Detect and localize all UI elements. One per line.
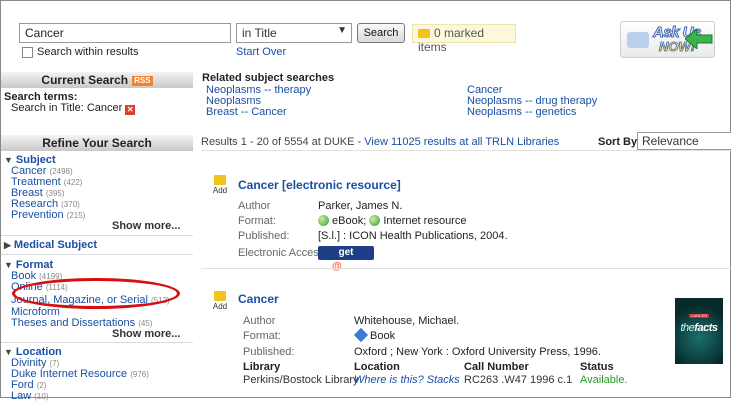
ask-us-now-button[interactable]: Ask Us NOW!: [620, 21, 715, 58]
chat-bubble-icon: [627, 32, 649, 48]
format-value: Book: [353, 327, 396, 343]
triangle-down-icon: ▼: [4, 347, 13, 357]
published-value: [S.l.] : ICON Health Publications, 2004.: [318, 230, 508, 242]
published-value: Oxford ; New York : Oxford University Pr…: [354, 346, 601, 358]
ebook-icon: [318, 215, 329, 226]
green-arrow-icon: [685, 29, 713, 49]
where-is-this-link[interactable]: Where is this? Stacks: [354, 374, 460, 386]
format-internet: Internet resource: [383, 215, 467, 227]
start-over-link[interactable]: Start Over: [236, 46, 286, 58]
internet-resource-icon: [369, 215, 381, 226]
related-searches-title: Related subject searches: [202, 72, 335, 84]
current-search-term: Search in Title: Cancer ✕: [11, 102, 136, 115]
facet-item-count: (10): [34, 392, 49, 401]
add-label: Add: [212, 302, 228, 311]
cover-text-facts: facts: [694, 322, 718, 334]
facet-item-count: (395): [45, 189, 65, 198]
cover-title: CANCER: [689, 313, 709, 318]
divider: [201, 150, 731, 151]
cover-text-the: the: [680, 322, 695, 334]
search-within-checkbox[interactable]: [22, 47, 33, 58]
search-button[interactable]: Search: [357, 23, 405, 43]
holdings-library: Perkins/Bostock Library: [243, 374, 359, 386]
book-cover-image[interactable]: CANCER thefacts: [675, 298, 723, 364]
add-to-folder-button[interactable]: Add: [212, 175, 228, 195]
marked-items[interactable]: 0 marked items: [412, 24, 516, 54]
facet-medical-subject-header[interactable]: ▶ Medical Subject: [4, 239, 97, 251]
getit-duke: Duke: [341, 261, 367, 272]
subject-show-more-link[interactable]: Show more...: [112, 220, 180, 232]
search-field-select[interactable]: in Title ▼: [236, 23, 352, 43]
cover-text: thefacts: [675, 322, 723, 334]
current-search-title: Current Search: [41, 73, 129, 87]
add-to-folder-button[interactable]: Add: [212, 291, 228, 311]
holdings-header-call-number: Call Number: [464, 361, 529, 373]
format-value: eBook; Internet resource: [318, 215, 466, 227]
holdings-header-status: Status: [580, 361, 614, 373]
current-search-header: Current Search RSS: [1, 72, 193, 88]
sort-by-select[interactable]: Relevance: [637, 132, 731, 150]
refine-search-header: Refine Your Search: [1, 135, 193, 151]
folder-icon: [214, 175, 226, 185]
triangle-right-icon: ▶: [4, 240, 11, 250]
format-label: Format:: [238, 215, 276, 227]
search-field-value: in Title: [242, 26, 277, 40]
divider: [1, 342, 193, 343]
search-term-text: Search in Title: Cancer: [11, 102, 123, 114]
triangle-down-icon: ▼: [4, 260, 13, 270]
facet-item-count: (2): [36, 381, 47, 390]
facet-item-count: (7): [49, 359, 60, 368]
facet-item-count: (422): [63, 178, 83, 187]
author-label: Author: [243, 315, 276, 327]
triangle-down-icon: ▼: [4, 155, 13, 165]
facet-item-count: (370): [61, 200, 80, 209]
holdings-status: Available.: [580, 374, 628, 386]
book-icon: [353, 327, 369, 343]
related-search-link[interactable]: Breast -- Cancer: [206, 106, 287, 118]
add-label: Add: [212, 186, 228, 195]
facet-item-count: (976): [130, 370, 149, 379]
getit-at: @: [331, 261, 342, 272]
facet-medical-subject-label: Medical Subject: [13, 239, 98, 251]
results-summary: Results 1 - 20 of 5554 at DUKE - View 11…: [201, 136, 559, 148]
related-search-link[interactable]: Neoplasms -- genetics: [467, 106, 576, 118]
facet-item[interactable]: Law (10): [11, 390, 48, 402]
sort-by-label: Sort By:: [598, 136, 641, 148]
highlight-annotation: [12, 278, 180, 309]
published-label: Published:: [238, 230, 290, 242]
divider: [1, 235, 193, 236]
search-within-label: Search within results: [37, 46, 139, 58]
get-it-at-duke-button[interactable]: get it@Duke: [318, 246, 374, 272]
holdings-header-library: Library: [243, 361, 281, 373]
holdings-header-location: Location: [354, 361, 400, 373]
format-ebook: eBook;: [332, 215, 367, 227]
divider: [201, 268, 731, 269]
holdings-call-number: RC263 .W47 1996 c.1: [464, 374, 573, 386]
format-label: Format:: [243, 330, 281, 342]
rss-icon[interactable]: RSS: [132, 76, 153, 86]
trln-results-link[interactable]: View 11025 results at all TRLN Libraries: [364, 136, 559, 148]
format-show-more-link[interactable]: Show more...: [112, 328, 180, 340]
facet-item-name: Prevention: [11, 209, 64, 221]
facet-item-count: (45): [138, 319, 153, 328]
electronic-access-label: Electronic Access:: [238, 247, 328, 259]
author-value: Parker, James N.: [318, 200, 403, 212]
facet-item-count: (2498): [49, 167, 73, 176]
record-title-link[interactable]: Cancer: [238, 292, 279, 306]
divider: [1, 254, 193, 255]
remove-term-icon[interactable]: ✕: [125, 105, 136, 115]
facet-item[interactable]: Prevention (215): [11, 209, 85, 221]
results-count-text: Results 1 - 20 of 5554 at DUKE -: [201, 136, 365, 148]
published-label: Published:: [243, 346, 295, 358]
format-book: Book: [370, 330, 396, 342]
author-label: Author: [238, 200, 271, 212]
facet-item-name: Law: [11, 390, 32, 402]
folder-icon: [214, 291, 226, 301]
folder-icon: [418, 29, 430, 38]
search-input[interactable]: Cancer: [19, 23, 231, 43]
author-value: Whitehouse, Michael.: [354, 315, 460, 327]
facet-item-count: (215): [66, 211, 86, 220]
chevron-down-icon: ▼: [337, 25, 347, 36]
record-title-link[interactable]: Cancer [electronic resource]: [238, 178, 401, 192]
